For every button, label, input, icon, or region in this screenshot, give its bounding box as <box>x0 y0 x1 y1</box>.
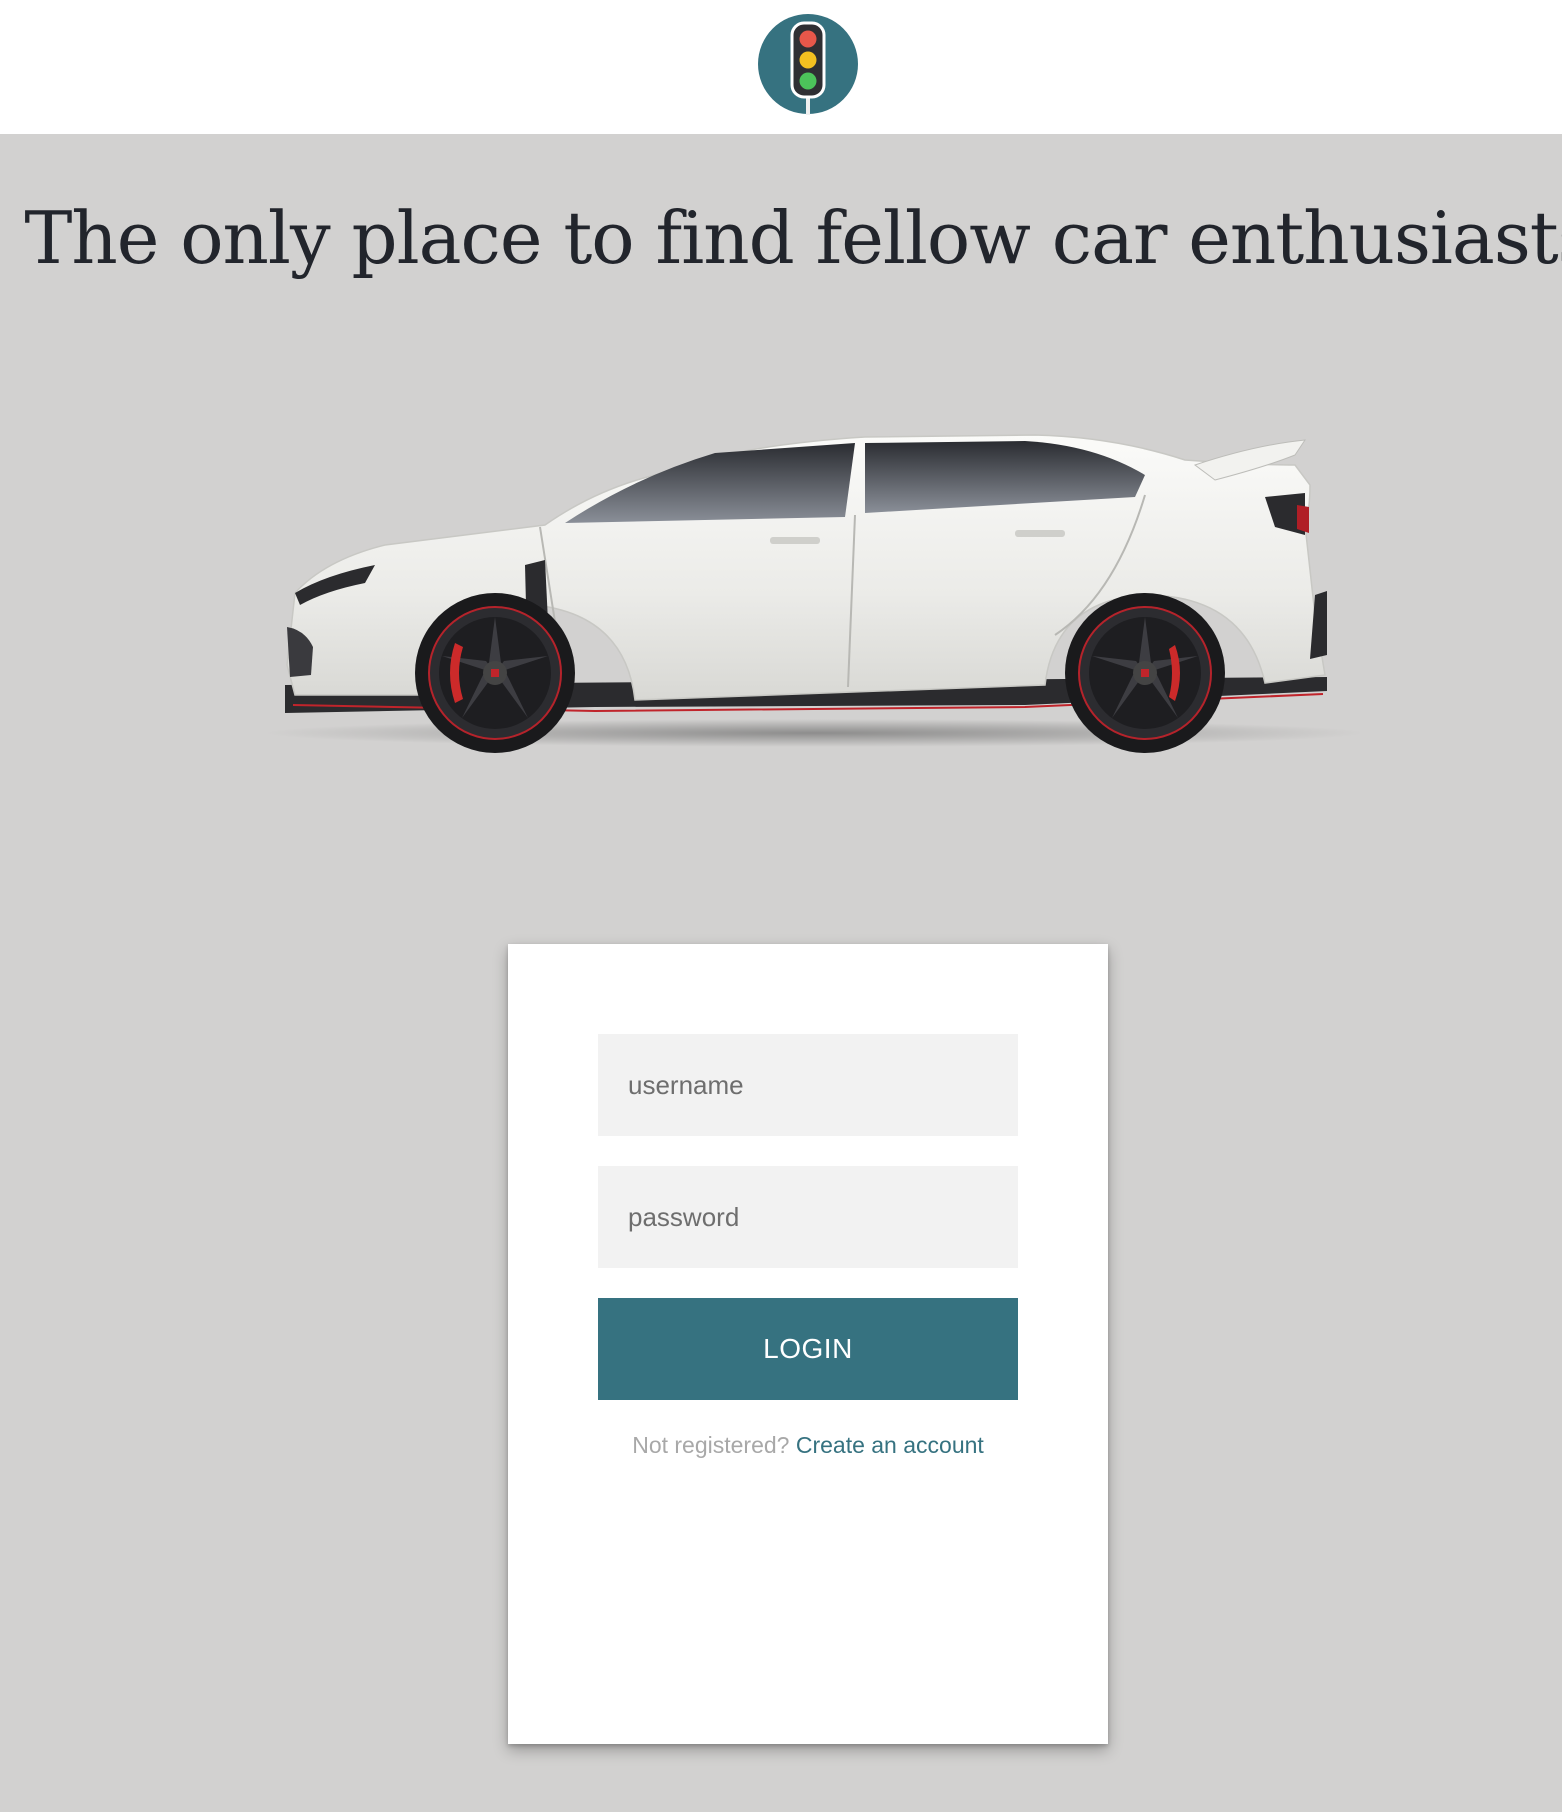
login-card: LOGIN Not registered? Create an account <box>508 944 1108 1744</box>
login-button[interactable]: LOGIN <box>598 1298 1018 1400</box>
car-image <box>265 434 1360 753</box>
top-bar <box>0 0 1562 134</box>
create-account-link[interactable]: Create an account <box>796 1432 984 1458</box>
username-input[interactable] <box>598 1034 1018 1136</box>
register-prompt-text: Not registered? <box>632 1432 790 1458</box>
register-prompt: Not registered? Create an account <box>508 1432 1108 1459</box>
traffic-light-icon[interactable] <box>757 13 859 115</box>
password-input[interactable] <box>598 1166 1018 1268</box>
headline: The only place to find fellow car enthus… <box>24 196 1562 280</box>
